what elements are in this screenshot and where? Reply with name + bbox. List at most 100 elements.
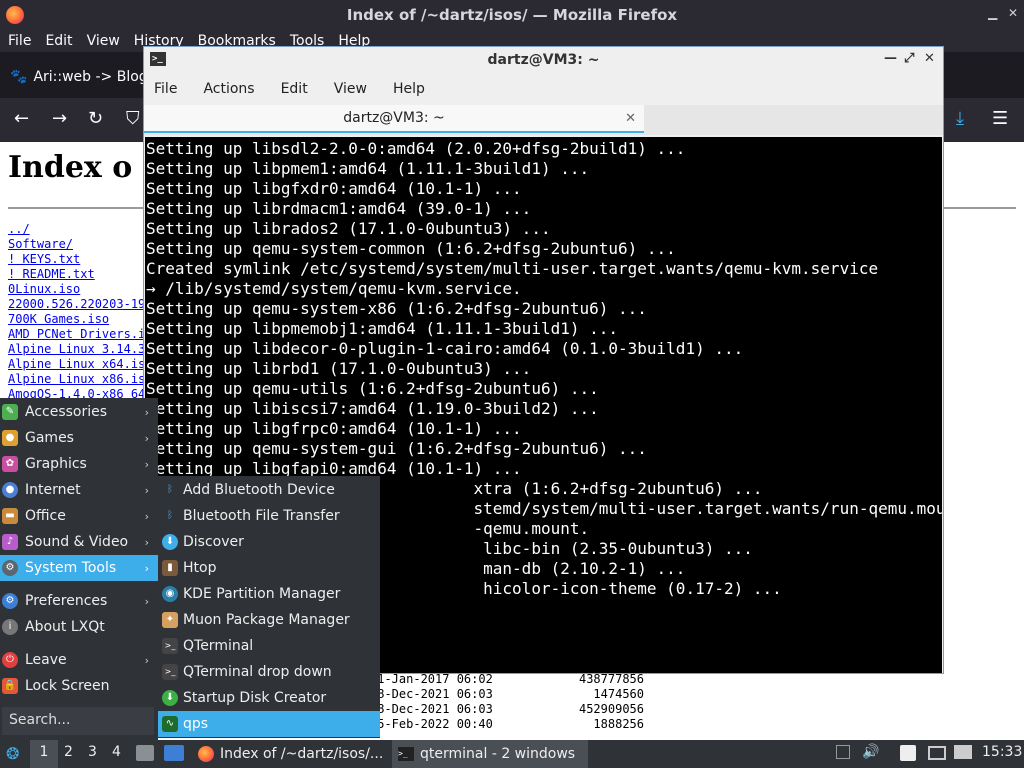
back-arrow-icon[interactable]: ←: [14, 108, 29, 130]
accessories-icon: ✎: [2, 404, 18, 420]
tray-placeholder-icon[interactable]: [836, 745, 850, 759]
menu-item-leave[interactable]: ⏻ Leave ›: [0, 647, 158, 673]
preferences-icon: ⚙: [2, 593, 18, 609]
network-icon[interactable]: [954, 745, 972, 759]
submenu-item-label: Add Bluetooth Device: [183, 482, 335, 498]
menu-item-preferences[interactable]: ⚙ Preferences ›: [0, 588, 158, 614]
download-icon[interactable]: ⤓: [956, 108, 964, 130]
paw-icon: 🐾: [10, 69, 28, 85]
show-desktop-icon[interactable]: [164, 745, 184, 761]
menu-item-label: System Tools: [25, 560, 117, 576]
file-link[interactable]: Alpine Linux x64.is: [8, 357, 145, 372]
discover-icon: ⬇: [162, 534, 178, 550]
chevron-right-icon: ›: [144, 509, 149, 523]
terminal-line: Setting up librados2 (17.1.0-0ubuntu3) .…: [146, 219, 551, 238]
workspace-4[interactable]: 4: [112, 744, 121, 760]
file-link[interactable]: 700K Games.iso: [8, 312, 145, 327]
terminal-tab[interactable]: dartz@VM3: ~ ✕: [144, 105, 644, 133]
file-link[interactable]: ../: [8, 222, 145, 237]
menu-item-accessories[interactable]: ✎ Accessories ›: [0, 399, 158, 425]
file-link[interactable]: 22000.526.220203-19: [8, 297, 145, 312]
chevron-right-icon: ›: [144, 457, 149, 471]
terminal-menu-edit[interactable]: Edit: [281, 81, 308, 97]
firefox-icon: [198, 746, 214, 762]
graphics-icon: ✿: [2, 456, 18, 472]
menu-item-graphics[interactable]: ✿ Graphics ›: [0, 451, 158, 477]
file-link[interactable]: Alpine Linux x86.is: [8, 372, 145, 387]
volume-icon[interactable]: 🔊: [862, 744, 879, 760]
table-row: 05-Feb-2022 00:40 1888256: [370, 717, 644, 732]
submenu-item-label: Bluetooth File Transfer: [183, 508, 340, 524]
file-link[interactable]: Software/: [8, 237, 145, 252]
close-icon[interactable]: ✕: [1008, 6, 1018, 20]
firefox-icon: [6, 6, 24, 24]
menu-file[interactable]: File: [8, 33, 31, 49]
close-icon[interactable]: ✕: [924, 51, 935, 66]
submenu-item-qps[interactable]: ∿ qps: [158, 711, 380, 737]
menu-item-games[interactable]: ● Games ›: [0, 425, 158, 451]
menu-item-internet[interactable]: ● Internet ›: [0, 477, 158, 503]
firefox-titlebar[interactable]: Index of /~dartz/isos/ — Mozilla Firefox…: [0, 0, 1024, 30]
reload-icon[interactable]: ↻: [88, 108, 103, 130]
terminal-line: Setting up qemu-system-gui (1:6.2+dfsg-2…: [146, 439, 647, 458]
menu-item-label: Accessories: [25, 404, 108, 420]
file-link[interactable]: Alpine Linux 3.14.3: [8, 342, 145, 357]
terminal-menu-view[interactable]: View: [334, 81, 367, 97]
file-link[interactable]: ! KEYS.txt: [8, 252, 145, 267]
minimize-icon[interactable]: ▁: [988, 6, 997, 20]
hamburger-menu-icon[interactable]: ☰: [992, 108, 1008, 130]
submenu-item-muon-package-manager[interactable]: ✦ Muon Package Manager: [158, 607, 380, 633]
clock[interactable]: 15:33: [982, 744, 1022, 760]
main-menu-icon[interactable]: ❂: [6, 744, 19, 763]
menu-item-office[interactable]: ▬ Office ›: [0, 503, 158, 529]
menu-item-about-lxqt[interactable]: i About LXQt: [0, 614, 158, 640]
sound-video-icon: ♪: [2, 534, 18, 550]
task-firefox[interactable]: Index of /~dartz/isos/...: [192, 740, 388, 768]
terminal-line: Setting up libsdl2-2.0-0:amd64 (2.0.20+d…: [146, 139, 686, 158]
submenu-item-kde-partition-manager[interactable]: ◉ KDE Partition Manager: [158, 581, 380, 607]
menu-edit[interactable]: Edit: [45, 33, 72, 49]
file-manager-icon[interactable]: [136, 745, 154, 761]
submenu-item-discover[interactable]: ⬇ Discover: [158, 529, 380, 555]
terminal-titlebar[interactable]: >_ dartz@VM3: ~ — ⤢ ✕: [144, 47, 943, 73]
page-heading: Index o: [8, 150, 133, 185]
minimize-icon[interactable]: —: [884, 51, 897, 66]
terminal-line: Setting up libiscsi7:amd64 (1.19.0-3buil…: [146, 399, 599, 418]
file-link[interactable]: ! README.txt: [8, 267, 145, 282]
shield-icon[interactable]: ⛉: [126, 108, 140, 130]
display-icon[interactable]: [928, 746, 946, 760]
menu-view[interactable]: View: [87, 33, 120, 49]
maximize-icon[interactable]: ⤢: [904, 51, 914, 66]
submenu-item-bluetooth-file-transfer[interactable]: ᛒ Bluetooth File Transfer: [158, 503, 380, 529]
task-qterminal[interactable]: >_ qterminal - 2 windows: [392, 740, 588, 768]
forward-arrow-icon[interactable]: →: [52, 108, 67, 130]
submenu-item-qterminal-drop-down[interactable]: >_ QTerminal drop down: [158, 659, 380, 685]
workspace-3[interactable]: 3: [88, 744, 97, 760]
terminal-line: Setting up qemu-system-x86 (1:6.2+dfsg-2…: [146, 299, 647, 318]
close-tab-icon[interactable]: ✕: [625, 111, 636, 126]
workspace-2[interactable]: 2: [64, 744, 73, 760]
file-link[interactable]: AMD PCNet Drivers.i: [8, 327, 145, 342]
submenu-item-startup-disk-creator[interactable]: ⬇ Startup Disk Creator: [158, 685, 380, 711]
terminal-menu-file[interactable]: File: [154, 81, 177, 97]
menu-search-input[interactable]: Search...: [2, 707, 154, 735]
chevron-right-icon: ›: [144, 483, 149, 497]
file-size: 452909056: [578, 702, 644, 716]
firefox-tab[interactable]: 🐾 Ari::web -> Blog: [0, 62, 148, 92]
workspace-1[interactable]: 1: [30, 740, 58, 768]
menu-item-sound-video[interactable]: ♪ Sound & Video ›: [0, 529, 158, 555]
submenu-item-qterminal[interactable]: >_ QTerminal: [158, 633, 380, 659]
menu-item-system-tools[interactable]: ⚙ System Tools ›: [0, 555, 158, 581]
submenu-item-label: qps: [183, 716, 209, 732]
terminal-menu-actions[interactable]: Actions: [203, 81, 254, 97]
firefox-window-title: Index of /~dartz/isos/ — Mozilla Firefox: [346, 6, 678, 24]
muon-icon: ✦: [162, 612, 178, 628]
file-size: 1888256: [593, 717, 644, 731]
submenu-item-add-bluetooth-device[interactable]: ᛒ Add Bluetooth Device: [158, 477, 380, 503]
menu-item-lock-screen[interactable]: 🔒 Lock Screen: [0, 673, 158, 699]
submenu-item-htop[interactable]: ▮ Htop: [158, 555, 380, 581]
menu-item-label: Internet: [25, 482, 81, 498]
clipboard-icon[interactable]: [900, 745, 916, 761]
file-link[interactable]: 0Linux.iso: [8, 282, 145, 297]
terminal-menu-help[interactable]: Help: [393, 81, 425, 97]
